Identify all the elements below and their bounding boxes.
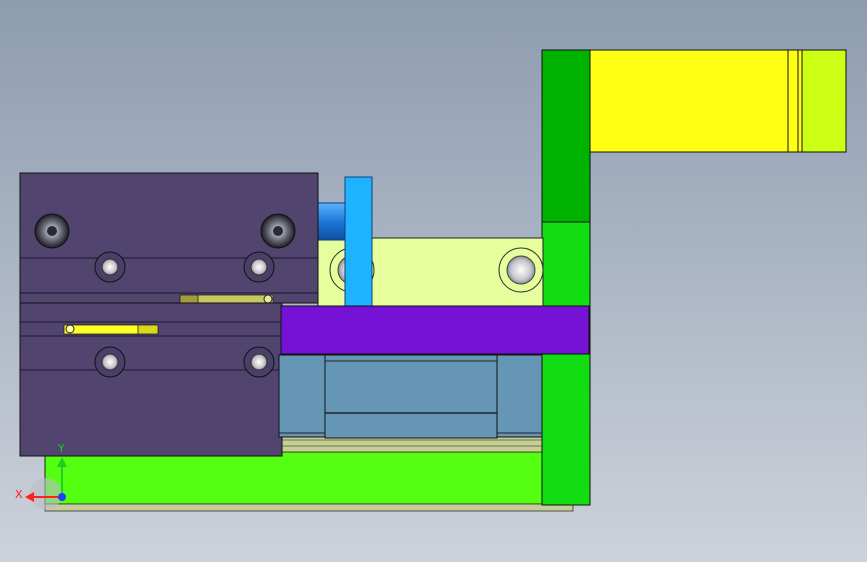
x-axis-label: X xyxy=(15,488,23,501)
bolt-hole xyxy=(243,251,275,283)
slider-block[interactable] xyxy=(278,354,543,439)
cad-viewport[interactable]: X Y xyxy=(0,0,867,562)
bolt-hole xyxy=(94,251,126,283)
purple-mounting-plate[interactable] xyxy=(280,305,590,355)
cyan-guide-block[interactable] xyxy=(344,176,373,309)
base-plate[interactable] xyxy=(44,451,589,512)
x-axis-arrowhead xyxy=(25,492,34,502)
piston-rod[interactable] xyxy=(317,202,349,241)
bolt-hole xyxy=(243,346,275,378)
z-axis-dot xyxy=(58,493,66,501)
yellow-arm[interactable] xyxy=(589,49,847,153)
knurled-screw-left xyxy=(34,213,70,249)
cylinder-body-lower[interactable] xyxy=(19,302,283,457)
bolt-hole xyxy=(94,346,126,378)
knurled-screw-right xyxy=(260,213,296,249)
y-axis-label: Y xyxy=(57,442,65,455)
cad-model-view: X Y xyxy=(15,49,847,512)
vertical-bracket[interactable] xyxy=(541,49,591,506)
